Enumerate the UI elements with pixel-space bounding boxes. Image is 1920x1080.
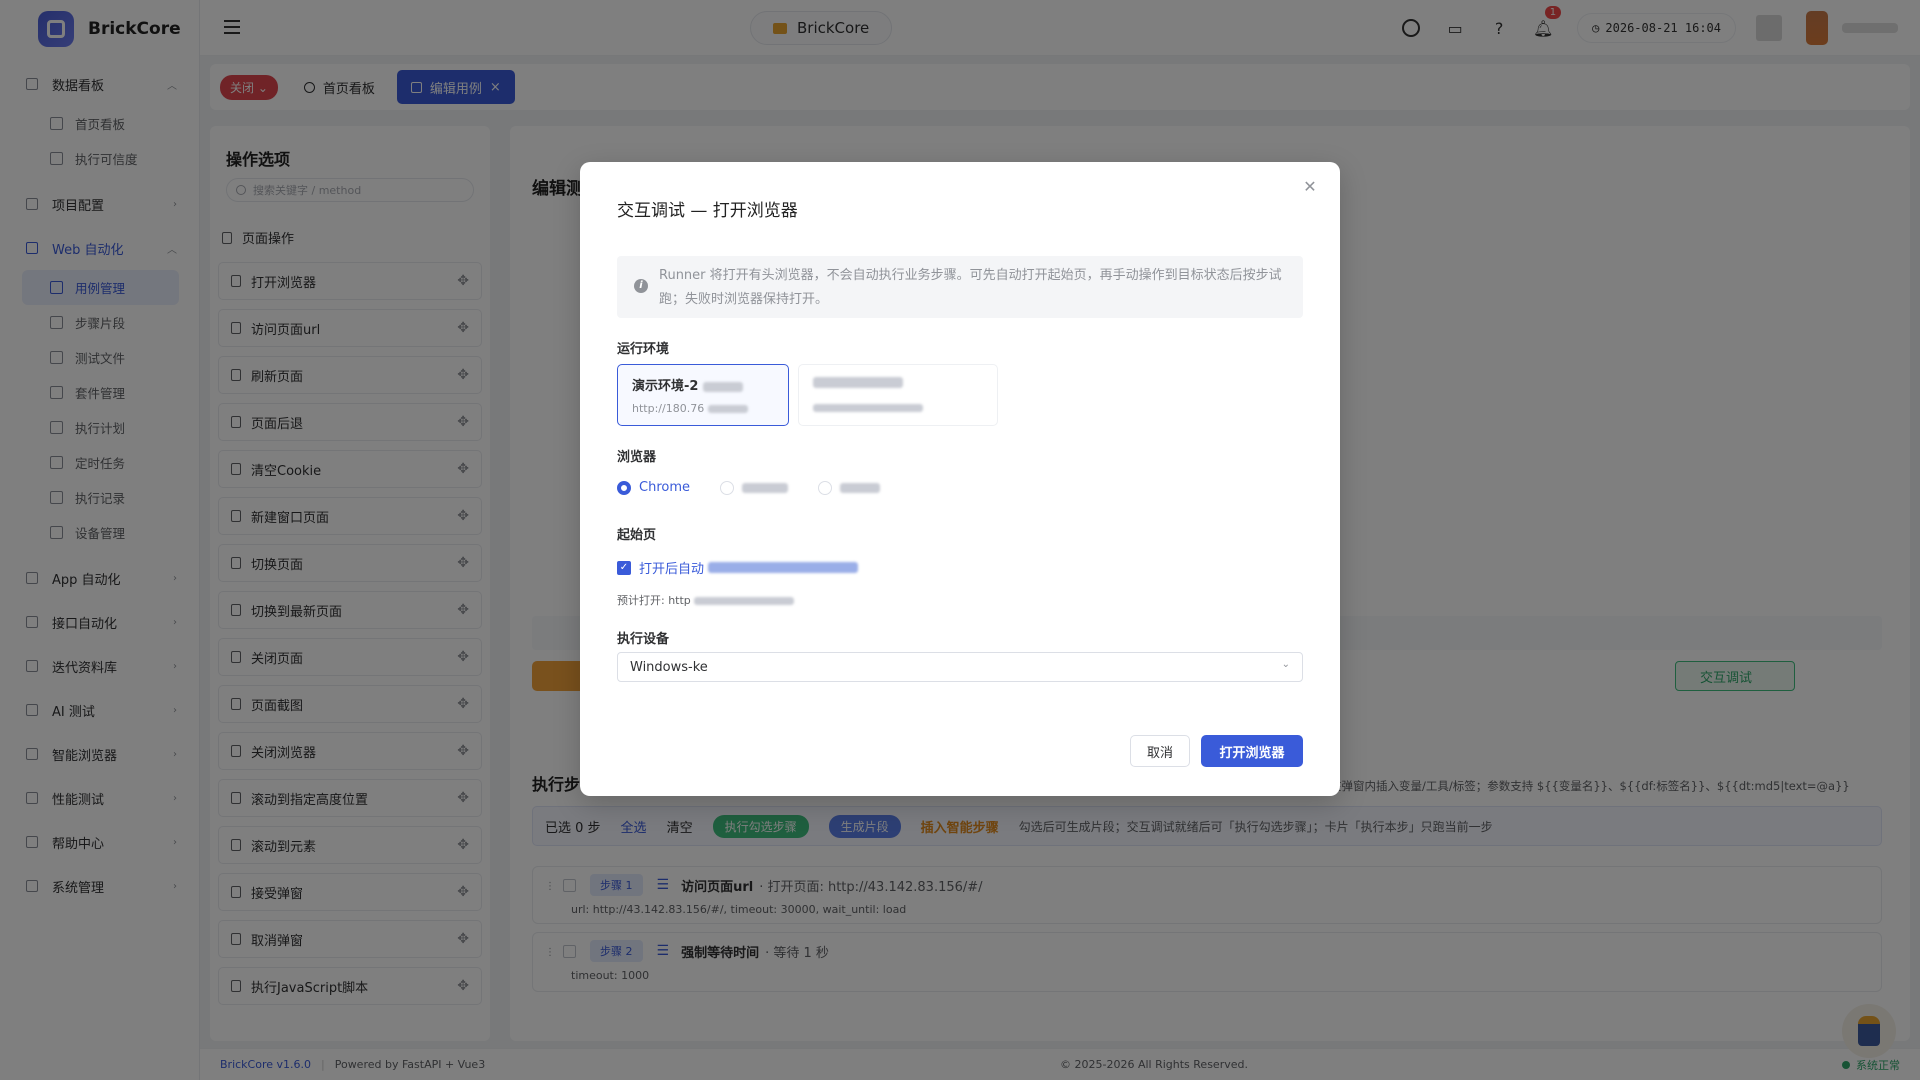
radio-chrome[interactable] (617, 480, 631, 495)
close-icon[interactable]: ✕ (1300, 176, 1320, 196)
radio-chrome-label[interactable]: Chrome (639, 480, 690, 495)
radio-option[interactable] (818, 480, 832, 495)
device-label: 执行设备 (617, 632, 670, 647)
interactive-debug-dialog: 交互调试 — 打开浏览器 ✕ i Runner 将打开有头浏览器，不会自动执行业… (580, 162, 1340, 796)
env-option-selected[interactable]: 演示环境-2 http://180.76 (617, 364, 789, 426)
redacted-text (694, 597, 795, 605)
preview-url: 预计打开: http (617, 592, 795, 608)
chevron-down-icon: ⌄ (1281, 659, 1290, 670)
open-browser-button[interactable]: 打开浏览器 (1201, 735, 1303, 767)
redacted-text (707, 405, 748, 413)
redacted-text (742, 482, 788, 493)
redacted-text (813, 403, 923, 412)
radio-option[interactable] (720, 480, 734, 495)
info-icon: i (634, 279, 648, 293)
check-icon: ✓ (617, 560, 631, 575)
auto-open-checkbox[interactable]: ✓ 打开后自动 (617, 558, 859, 577)
dialog-title: 交互调试 — 打开浏览器 (617, 201, 798, 221)
env-option[interactable] (798, 364, 998, 426)
redacted-text (840, 482, 880, 493)
info-alert: i Runner 将打开有头浏览器，不会自动执行业务步骤。可先自动打开起始页，再… (617, 256, 1303, 318)
redacted-text (813, 377, 903, 388)
redacted-text (708, 562, 859, 573)
start-page-label: 起始页 (617, 528, 657, 543)
cancel-button[interactable]: 取消 (1130, 735, 1190, 767)
env-label: 运行环境 (617, 342, 670, 357)
browser-radio-group: Chrome (617, 480, 880, 495)
browser-label: 浏览器 (617, 450, 657, 465)
redacted-text (702, 381, 743, 392)
device-select[interactable]: Windows-ke ⌄ (617, 652, 1303, 682)
